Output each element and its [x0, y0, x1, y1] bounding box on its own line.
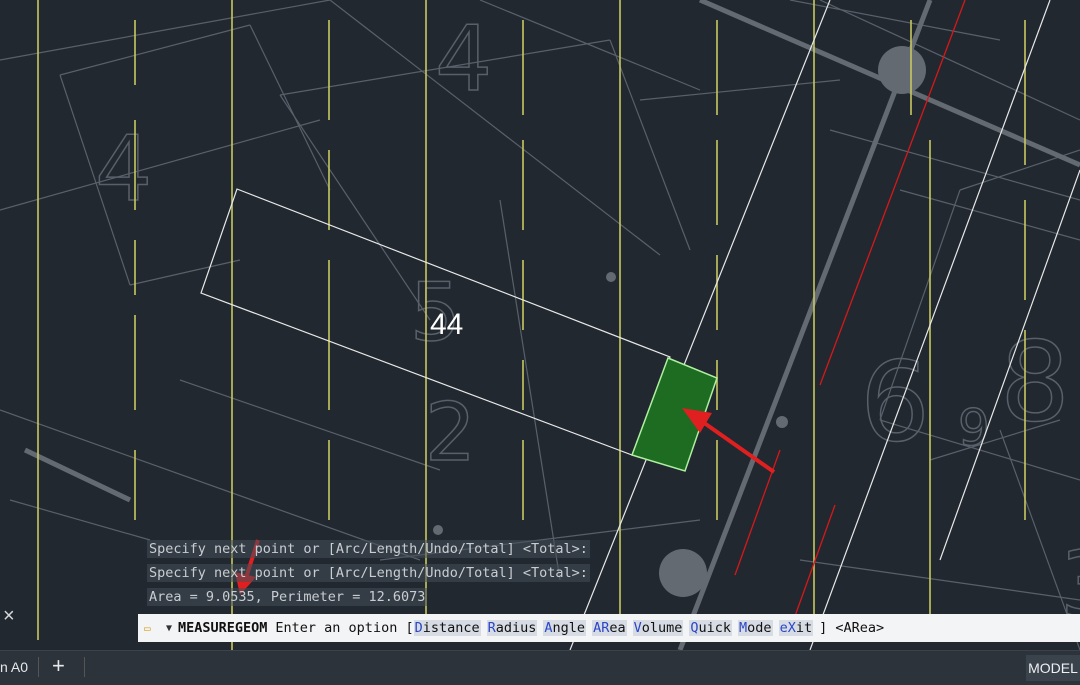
command-prompt-text: Enter an option [	[275, 620, 414, 636]
command-prompt-icon: ▭	[144, 621, 151, 635]
option-angle[interactable]: Angle	[543, 620, 587, 636]
lot-number-label: 44	[430, 308, 463, 341]
svg-text:4: 4	[435, 7, 492, 112]
command-default-option: ] <ARea>	[819, 620, 885, 636]
svg-text:9: 9	[958, 399, 990, 457]
option-exit[interactable]: eXit	[778, 620, 814, 636]
option-mode[interactable]: Mode	[738, 620, 773, 636]
svg-text:8: 8	[1000, 318, 1070, 446]
svg-text:4: 4	[95, 117, 152, 222]
tab-divider	[38, 657, 39, 677]
option-quick[interactable]: Quick	[689, 620, 733, 636]
command-line-input[interactable]: ▭ ▼ MEASUREGEOM Enter an option [ Distan…	[138, 614, 1080, 642]
recent-commands-dropdown-icon[interactable]: ▼	[166, 623, 178, 634]
option-area[interactable]: ARea	[592, 620, 627, 636]
layout-tab-a0[interactable]: n A0	[0, 659, 28, 675]
option-volume[interactable]: Volume	[632, 620, 684, 636]
watermark-logo	[73, 614, 133, 638]
layout-tab-bar: n A0 + MODEL	[0, 650, 1080, 685]
model-space-button[interactable]: MODEL	[1026, 655, 1080, 681]
add-layout-tab-button[interactable]: +	[52, 653, 65, 679]
close-command-line-icon[interactable]: ×	[3, 606, 21, 626]
command-name: MEASUREGEOM	[178, 620, 268, 636]
command-history-line-1: Specify next point or [Arc/Length/Undo/T…	[147, 540, 590, 558]
option-distance[interactable]: Distance	[413, 620, 481, 636]
command-history-result: Area = 9.0535, Perimeter = 12.6073	[147, 588, 428, 606]
svg-text:6: 6	[860, 338, 930, 466]
svg-text:2: 2	[425, 386, 476, 479]
tab-divider	[84, 657, 85, 677]
command-history-line-2: Specify next point or [Arc/Length/Undo/T…	[147, 564, 590, 582]
option-radius[interactable]: Radius	[486, 620, 538, 636]
